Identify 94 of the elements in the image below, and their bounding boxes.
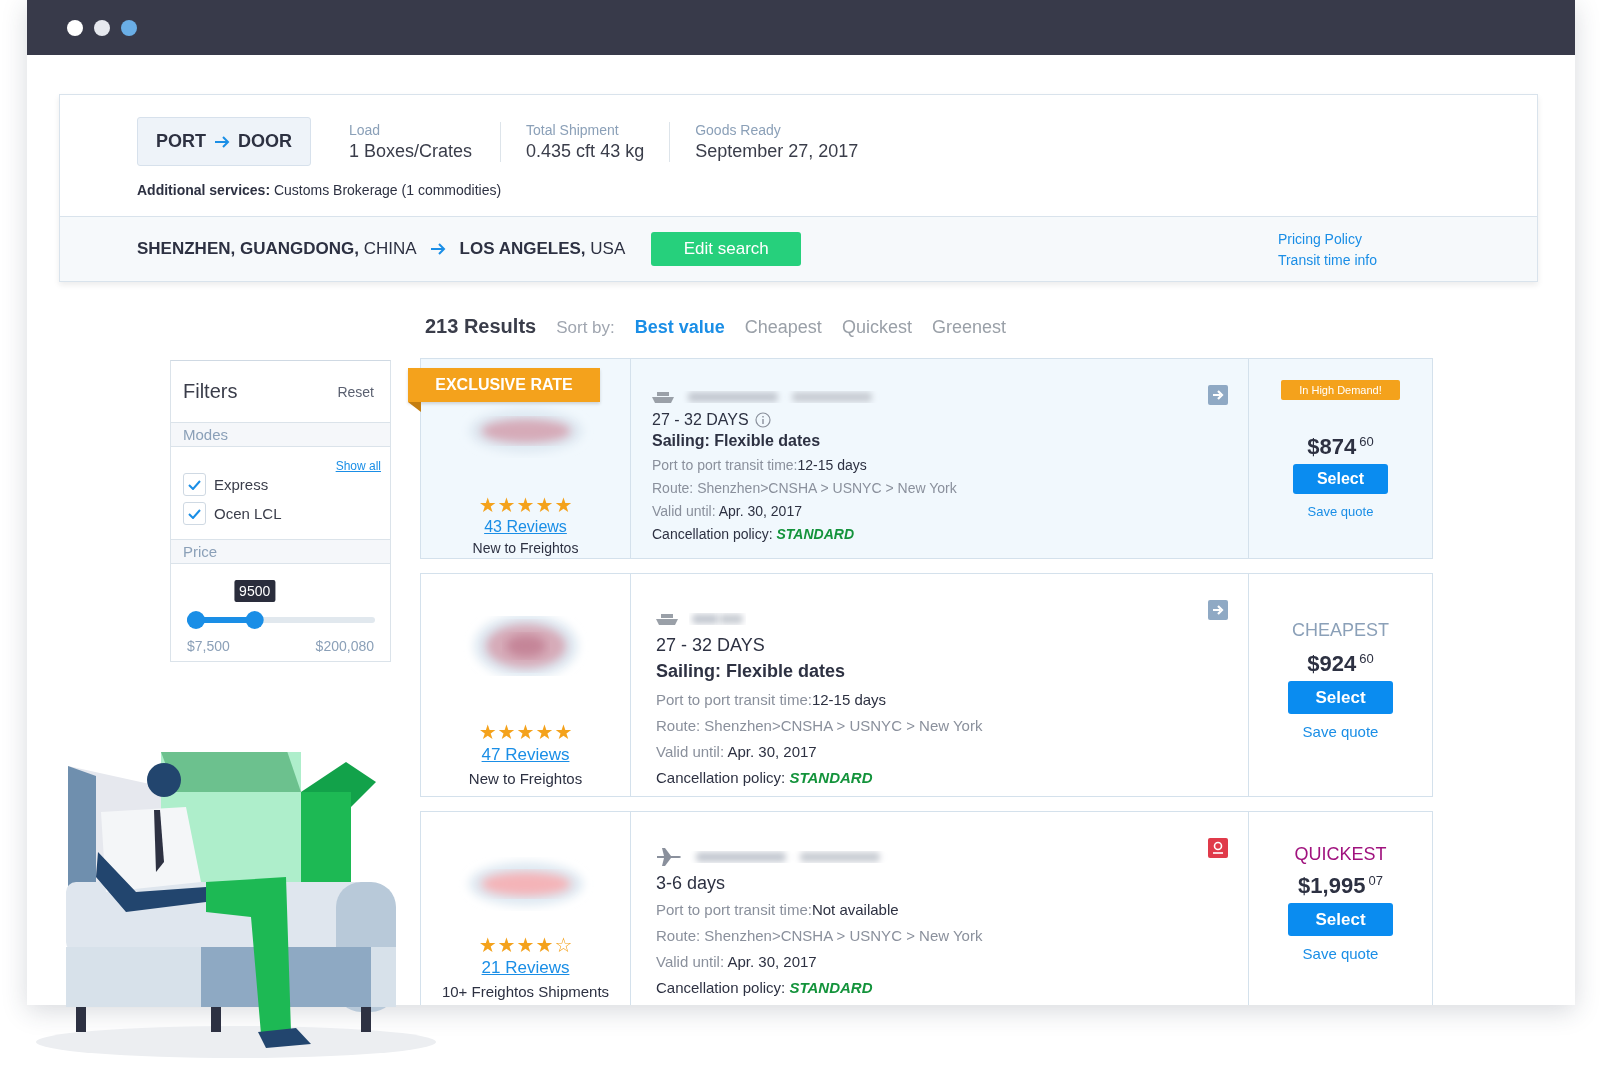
show-all-link[interactable]: Show all [335, 459, 381, 473]
additional-services: Additional services: Customs Brokerage (1 commodities) [137, 182, 503, 198]
ribbon-fold-icon [408, 402, 421, 412]
star-icon: ★ [497, 722, 516, 742]
exclusive-rate-badge: EXCLUSIVE RATE [408, 368, 600, 402]
carrier-note: New to Freightos [468, 770, 583, 787]
transit-duration: 27 - 32 DAYS [656, 635, 765, 656]
field-label: Goods Ready [695, 121, 782, 138]
check-icon [188, 479, 201, 490]
route-info: Route: Shenzhen>CNSHA > USNYC > New York [656, 716, 984, 736]
transit-time: Port to port transit time:12-15 days [652, 456, 868, 475]
results-count: 213 Results [425, 315, 537, 338]
valid-until: Valid until: Apr. 30, 2017 [656, 742, 818, 762]
carrier-note: 10+ Freightos Shipments [441, 983, 610, 1000]
star-icon: ★ [516, 722, 535, 742]
reset-button[interactable]: Reset [337, 383, 374, 400]
select-button[interactable]: Select [1293, 464, 1388, 494]
min-price: $7,500 [187, 638, 230, 654]
save-quote-link[interactable]: Save quote [1302, 945, 1379, 962]
reviews-link[interactable]: 21 Reviews [481, 958, 570, 978]
result-tag: In High Demand! [1281, 380, 1400, 400]
result-tag: CHEAPEST [1292, 620, 1389, 641]
sort-option[interactable]: Cheapest [744, 317, 822, 338]
save-quote-link[interactable]: Save quote [1302, 723, 1379, 740]
reviews-link[interactable]: 47 Reviews [481, 745, 570, 765]
section-header: Modes [171, 422, 390, 447]
reviews-link[interactable]: 43 Reviews [484, 518, 567, 536]
info-icon[interactable] [754, 412, 771, 428]
star-icon: ★ [535, 722, 554, 742]
star-icon: ★ [516, 935, 535, 955]
star-icon: ★ [554, 495, 573, 515]
route-info: Route: Shenzhen>CNSHA > USNYC > New York [656, 926, 984, 946]
star-icon: ★ [478, 722, 497, 742]
info-link[interactable]: Transit time info [1277, 251, 1377, 268]
checkbox-label: Ocen LCL [214, 505, 282, 522]
field-value: September 27, 2017 [695, 140, 859, 162]
field-value: 1 Boxes/Crates [349, 140, 473, 162]
star-icon: ★ [535, 935, 554, 955]
arrow-icon [429, 242, 446, 256]
mode-to: DOOR [238, 131, 292, 152]
star-icon: ★ [497, 935, 516, 955]
sailing-info: Sailing: Flexible dates [656, 661, 847, 682]
select-button[interactable]: Select [1288, 903, 1393, 936]
max-price: $200,080 [315, 638, 374, 654]
edit-search-button[interactable]: Edit search [651, 232, 802, 266]
ship-icon [652, 391, 674, 403]
window-control-dot[interactable] [94, 19, 110, 36]
cancellation-policy: Cancellation policy: STANDARD [656, 978, 874, 998]
arrow-icon [214, 134, 230, 149]
cancellation-policy: Cancellation policy: STANDARD [652, 525, 856, 544]
window-control-dot[interactable] [121, 19, 137, 36]
select-button[interactable]: Select [1288, 681, 1393, 714]
checkbox-label: Express [214, 476, 269, 493]
save-quote-link[interactable]: Save quote [1307, 504, 1374, 519]
location-pin-icon[interactable] [1208, 838, 1228, 858]
check-icon [188, 508, 201, 519]
sailing-info: Sailing: Flexible dates [652, 432, 822, 450]
star-icon: ★ [478, 935, 497, 955]
star-icon: ☆ [554, 935, 573, 955]
star-icon: ★ [516, 495, 535, 515]
origin-place: SHENZHEN, GUANGDONG, CHINA [137, 239, 417, 259]
sort-option[interactable]: Greenest [931, 317, 1006, 338]
window-control-dot[interactable] [67, 19, 83, 36]
field-label: Load [349, 121, 382, 138]
checkbox[interactable] [183, 473, 206, 496]
sort-option[interactable]: Best value [634, 317, 725, 338]
transit-time: Port to port transit time:Not available [656, 900, 900, 920]
field-label: Total Shipment [526, 121, 620, 138]
valid-until: Valid until: Apr. 30, 2017 [656, 952, 818, 972]
field-value: 0.435 cft 43 kg [526, 140, 645, 162]
sort-option[interactable]: Quickest [841, 317, 912, 338]
transit-time: Port to port transit time:12-15 days [656, 690, 888, 710]
section-header: Price [171, 539, 390, 564]
transit-duration: 27 - 32 DAYS [652, 411, 749, 429]
airplane-icon [656, 847, 682, 867]
filters-title: Filters [183, 380, 238, 403]
route-info: Route: Shenzhen>CNSHA > USNYC > New York [652, 479, 958, 498]
destination-place: LOS ANGELES, USA [459, 239, 626, 259]
ship-icon [656, 613, 678, 625]
star-icon: ★ [497, 495, 516, 515]
star-icon: ★ [554, 722, 573, 742]
price-tooltip: 9500 [234, 580, 276, 602]
valid-until: Valid until: Apr. 30, 2017 [652, 502, 803, 521]
carrier-note: New to Freightos [472, 540, 579, 556]
info-link[interactable]: Pricing Policy [1277, 230, 1377, 247]
checkbox[interactable] [183, 502, 206, 525]
sort-label: Sort by: [556, 318, 615, 338]
result-tag: QUICKEST [1294, 844, 1387, 865]
price-slider[interactable] [187, 610, 375, 630]
star-icon: ★ [535, 495, 554, 515]
mode-from: PORT [156, 131, 206, 152]
cancellation-policy: Cancellation policy: STANDARD [656, 768, 874, 788]
transit-duration: 3-6 days [656, 873, 726, 894]
star-icon: ★ [478, 495, 497, 515]
